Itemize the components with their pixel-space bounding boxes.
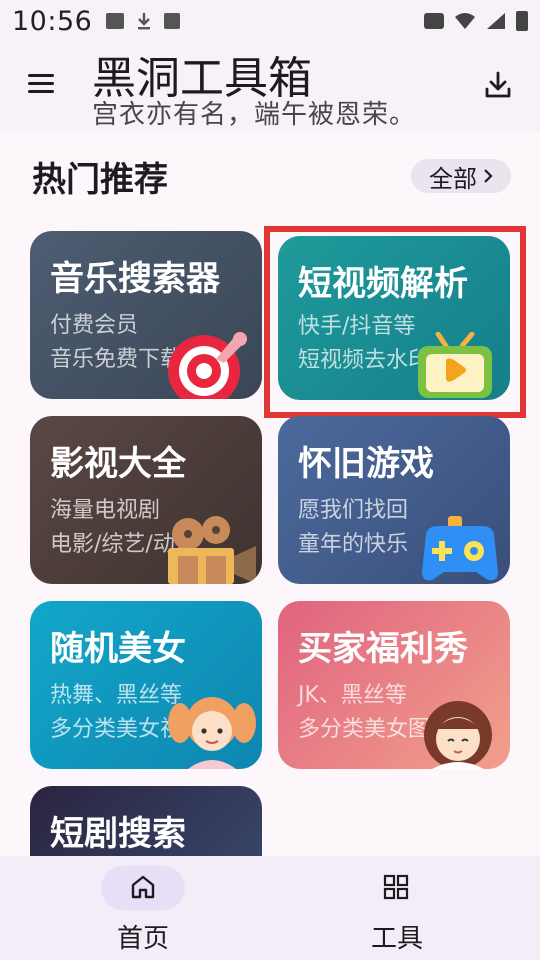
card-line2: 童年的快乐 [298,532,409,557]
download-icon [485,71,511,98]
bottom-navigation: 首页 工具 [0,856,540,960]
briefcase-icon [424,13,444,29]
card-title: 短剧搜索 [50,814,186,854]
status-time: 10:56 [12,5,93,37]
signal-icon [486,12,506,30]
woman-avatar-icon [424,701,492,769]
card-line1: 海量电视剧 [50,498,161,523]
card-line1: 愿我们找回 [298,498,409,523]
card-buyer-show[interactable]: 买家福利秀 JK、黑丝等 多分类美女图片 [278,601,510,769]
nav-label-home: 首页 [116,924,169,954]
app-bar: 黑洞工具箱 宫衣亦有名，端午被恩荣。 [0,42,540,132]
a-notification-icon [164,13,181,29]
card-movies[interactable]: 影视大全 海量电视剧 电影/综艺/动漫 [30,416,262,584]
card-title: 音乐搜索器 [50,259,220,299]
all-button[interactable]: 全部 [411,159,511,193]
download-button[interactable] [484,70,512,100]
home-icon [131,875,155,899]
nav-label-tools: 工具 [370,924,423,954]
card-title: 怀旧游戏 [298,444,434,484]
app-subtitle: 宫衣亦有名，端午被恩荣。 [92,100,417,130]
battery-icon [516,11,528,31]
film-camera-icon [168,516,256,584]
card-line1: 付费会员 [50,313,139,338]
selection-highlight-box [264,226,526,418]
nav-item-tools[interactable]: 工具 [262,856,532,960]
card-line1: 热舞、黑丝等 [50,683,183,708]
card-random-girls[interactable]: 随机美女 热舞、黑丝等 多分类美女视频 [30,601,262,769]
card-title: 影视大全 [50,444,186,484]
menu-icon-bar [28,82,54,85]
menu-icon [28,74,54,77]
section-title: 热门推荐 [32,160,168,200]
card-music-search[interactable]: 音乐搜索器 付费会员 音乐免费下载 [30,231,262,399]
wifi-icon [454,12,476,30]
nav-item-home[interactable]: 首页 [0,856,270,960]
menu-button[interactable] [28,72,56,96]
card-title: 随机美女 [50,629,186,669]
card-title: 买家福利秀 [298,629,468,669]
chevron-right-icon [484,169,493,183]
download-notification-icon [136,12,152,30]
gamepad-icon [422,516,498,581]
status-right-icons [424,11,528,31]
card-line1: JK、黑丝等 [298,683,407,708]
target-music-icon [168,332,247,399]
grid-icon [383,874,409,900]
gallery-notification-icon [106,13,125,29]
menu-icon-bar [28,90,54,93]
card-retro-games[interactable]: 怀旧游戏 愿我们找回 童年的快乐 [278,416,510,584]
status-bar: 10:56 [0,0,540,42]
all-label: 全部 [429,164,477,193]
card-line2: 音乐免费下载 [50,347,183,372]
girl-avatar-icon [168,697,256,769]
